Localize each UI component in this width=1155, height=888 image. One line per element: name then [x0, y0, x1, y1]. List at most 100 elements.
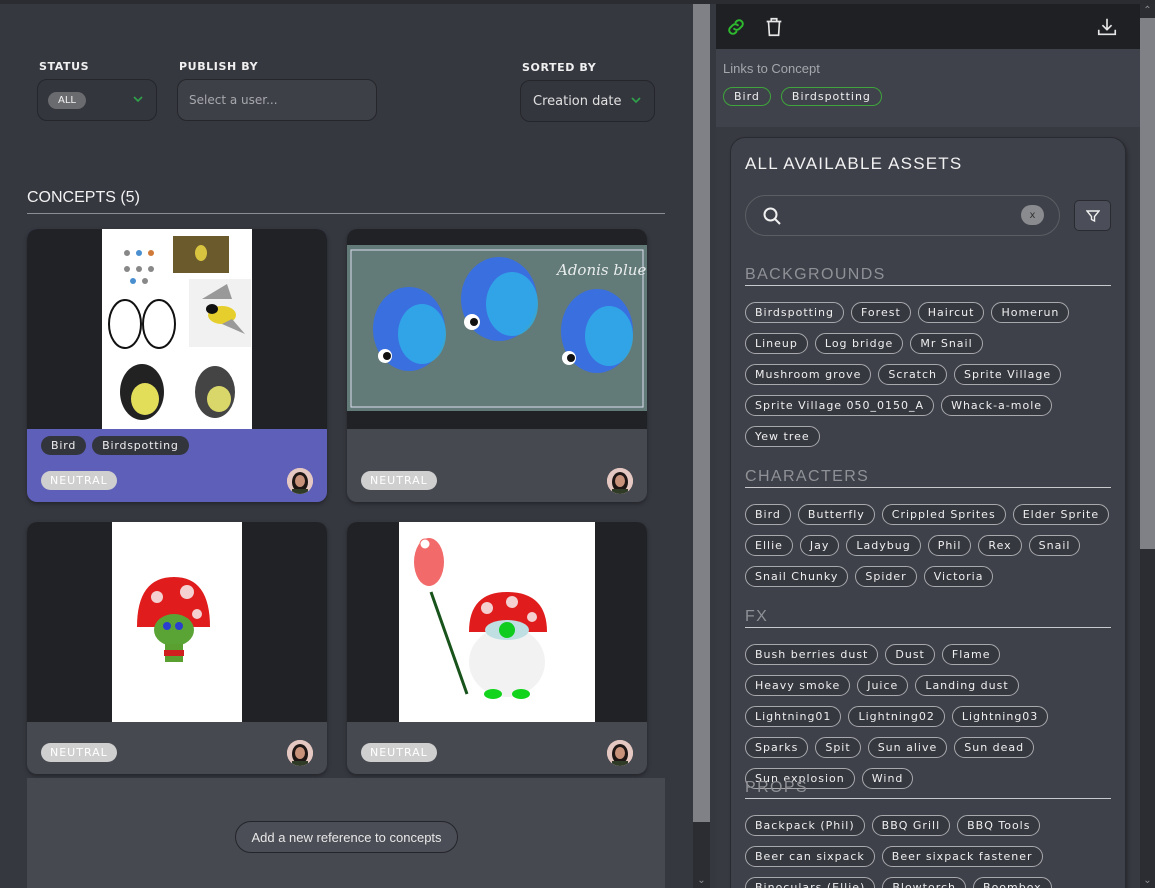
concept-thumbnail: Adonis blue [347, 229, 647, 429]
sorted-by-label: SORTED BY [522, 61, 597, 74]
asset-chip[interactable]: Lightning03 [951, 706, 1049, 727]
clear-search-button[interactable]: x [1021, 205, 1044, 225]
concept-card[interactable]: NEUTRAL [27, 522, 327, 774]
asset-chip[interactable]: Lightning02 [848, 706, 945, 727]
assets-scrollbar[interactable]: ⌃ ⌄ [1140, 4, 1155, 888]
asset-chip[interactable]: Backpack (Phil) [745, 815, 865, 836]
asset-search-input[interactable] [790, 204, 1010, 228]
asset-chip[interactable]: Sprite Village 050_0150_A [745, 395, 935, 416]
asset-chip[interactable]: Flame [941, 644, 1001, 665]
asset-chip[interactable]: Spit [815, 737, 861, 758]
concept-card[interactable]: NEUTRAL [347, 522, 647, 774]
asset-chip-list: Birdspotting Forest Haircut Homerun Lineup Lo… [745, 302, 1111, 447]
asset-chip[interactable]: Juice [857, 675, 909, 696]
sorted-by-value: Creation date [533, 93, 622, 109]
asset-chip[interactable]: Spider [855, 566, 917, 587]
asset-chip[interactable]: Mr Snail [910, 333, 983, 354]
asset-chip[interactable]: Sun alive [867, 737, 948, 758]
mushroom-sprite-image [112, 522, 242, 722]
add-reference-button[interactable]: Add a new reference to concepts [235, 821, 458, 853]
asset-chip[interactable]: Rex [978, 535, 1022, 556]
concept-card[interactable]: Bird Birdspotting NEUTRAL [27, 229, 327, 502]
asset-chip[interactable]: Jay [799, 535, 840, 556]
concept-tag[interactable]: Birdspotting [92, 436, 189, 455]
asset-chip[interactable]: Heavy smoke [745, 675, 851, 696]
asset-search[interactable]: x [745, 195, 1060, 236]
concept-tag[interactable]: Bird [41, 436, 87, 455]
linked-tag-bird[interactable]: Bird [723, 87, 771, 106]
add-reference-area: Add a new reference to concepts [27, 778, 665, 888]
asset-chip[interactable]: Beer sixpack fastener [881, 846, 1043, 867]
avatar[interactable] [287, 468, 313, 494]
category-title: FX [745, 608, 1111, 628]
category-title: BACKGROUNDS [745, 266, 1111, 286]
asset-chip[interactable]: Bush berries dust [745, 644, 879, 665]
asset-chip[interactable]: Bird [745, 504, 791, 525]
asset-chip[interactable]: Landing dust [915, 675, 1019, 696]
scroll-down-arrow-icon[interactable]: ⌄ [1140, 874, 1155, 888]
asset-chip[interactable]: Ellie [745, 535, 793, 556]
asset-chip[interactable]: Homerun [991, 302, 1070, 323]
trash-icon[interactable] [763, 16, 785, 38]
asset-chip[interactable]: Victoria [923, 566, 994, 587]
assets-heading: ALL AVAILABLE ASSETS [745, 154, 963, 173]
asset-chip[interactable]: Blowtorch [882, 877, 967, 888]
user-avatar-image [607, 468, 633, 494]
asset-chip[interactable]: Elder Sprite [1012, 504, 1110, 525]
asset-chip[interactable]: Crippled Sprites [881, 504, 1006, 525]
asset-chip[interactable]: Whack-a-mole [941, 395, 1053, 416]
asset-chip[interactable]: BBQ Grill [871, 815, 951, 836]
status-filter-label: STATUS [39, 60, 90, 73]
asset-chip[interactable]: Log bridge [814, 333, 904, 354]
asset-chip[interactable]: Ladybug [846, 535, 921, 556]
mushroom-rose-image [399, 522, 595, 722]
sorted-by-select[interactable]: Creation date [520, 80, 655, 122]
linked-tag-birdspotting[interactable]: Birdspotting [780, 87, 882, 106]
concepts-divider [27, 213, 665, 214]
concept-thumbnail [27, 522, 327, 722]
concept-card[interactable]: Adonis blue NEUTRAL [347, 229, 647, 502]
butterfly-c [561, 289, 633, 373]
status-badge: NEUTRAL [41, 743, 117, 762]
asset-chip[interactable]: Birdspotting [745, 302, 844, 323]
scrollbar-thumb[interactable] [1140, 18, 1155, 549]
scroll-up-arrow-icon[interactable]: ⌃ [1140, 4, 1155, 18]
scrollbar-thumb[interactable] [693, 4, 710, 822]
link-icon[interactable] [725, 16, 747, 38]
avatar[interactable] [607, 740, 633, 766]
asset-chip[interactable]: Beer can sixpack [745, 846, 875, 867]
asset-chip[interactable]: Lightning01 [745, 706, 842, 727]
asset-chip[interactable]: Yew tree [745, 426, 820, 447]
concept-thumbnail [347, 522, 647, 722]
concepts-heading: CONCEPTS (5) [27, 189, 140, 206]
asset-chip[interactable]: BBQ Tools [957, 815, 1041, 836]
asset-chip-list: Bird Butterfly Crippled Sprites Elder Sprit… [745, 504, 1111, 587]
scroll-down-arrow-icon[interactable]: ⌄ [693, 874, 710, 888]
asset-chip-list: Bush berries dust Dust Flame Heavy smoke Jui… [745, 644, 1111, 789]
asset-chip[interactable]: Boombox [973, 877, 1052, 888]
asset-chip[interactable]: Snail [1028, 535, 1081, 556]
avatar[interactable] [287, 740, 313, 766]
publish-by-select[interactable]: Select a user... [177, 79, 377, 121]
asset-chip[interactable]: Binoculars (Ellie) [745, 877, 876, 888]
asset-chip[interactable]: Sun dead [954, 737, 1035, 758]
status-filter-select[interactable]: ALL [37, 79, 157, 121]
asset-chip[interactable]: Forest [851, 302, 911, 323]
asset-chip[interactable]: Mushroom grove [745, 364, 872, 385]
download-icon[interactable] [1096, 16, 1118, 38]
avatar[interactable] [607, 468, 633, 494]
filter-button[interactable] [1074, 200, 1111, 231]
filter-icon [1085, 209, 1100, 222]
asset-chip[interactable]: Sparks [745, 737, 809, 758]
concepts-scrollbar[interactable]: ⌄ [693, 4, 710, 888]
asset-chip[interactable]: Butterfly [797, 504, 875, 525]
butterflies-image: Adonis blue [347, 245, 647, 411]
asset-chip[interactable]: Haircut [917, 302, 985, 323]
asset-chip[interactable]: Lineup [745, 333, 808, 354]
chevron-down-icon [133, 96, 143, 103]
asset-chip[interactable]: Dust [885, 644, 935, 665]
asset-chip[interactable]: Sprite Village [954, 364, 1062, 385]
asset-chip[interactable]: Scratch [878, 364, 948, 385]
asset-chip[interactable]: Phil [927, 535, 972, 556]
asset-chip[interactable]: Snail Chunky [745, 566, 849, 587]
